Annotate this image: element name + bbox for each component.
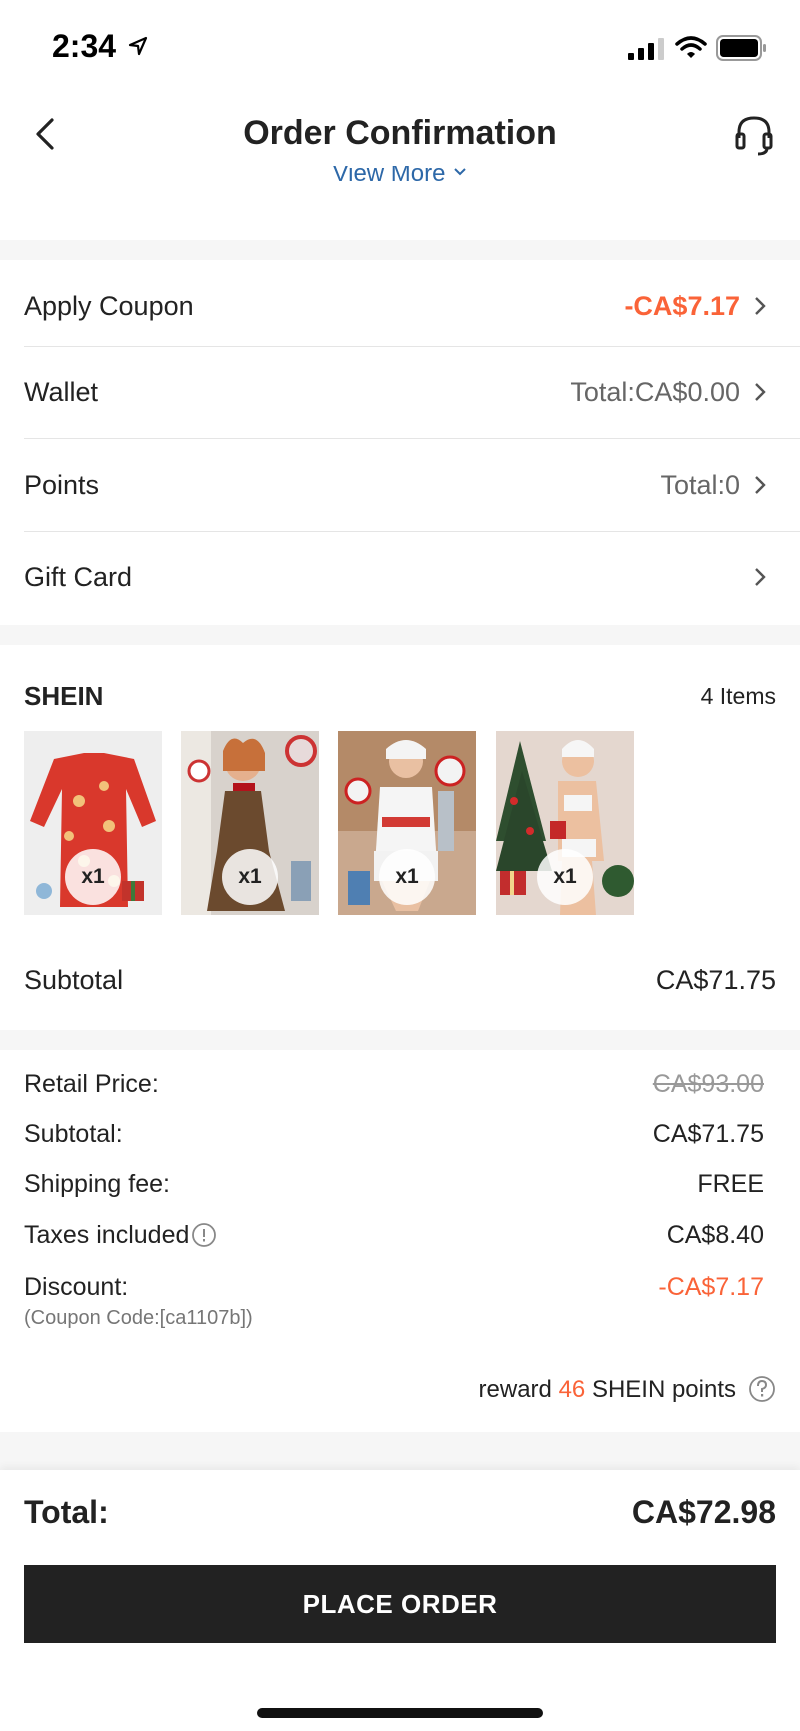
discount-label: Discount: xyxy=(24,1273,129,1301)
status-time: 2:34 xyxy=(52,28,117,64)
apply-coupon-row[interactable]: Apply Coupon -CA$7.17 xyxy=(0,262,800,350)
quantity-badge: x1 xyxy=(379,849,435,905)
reward-points-count: 46 xyxy=(558,1376,586,1403)
wallet-total-value: Total:CA$0.00 xyxy=(570,377,740,407)
store-subtotal-label: Subtotal xyxy=(24,965,124,995)
subtotal-value: CA$71.75 xyxy=(652,1120,764,1148)
chevron-right-icon xyxy=(755,297,766,315)
row-label: Gift Card xyxy=(24,562,133,592)
location-arrow-icon xyxy=(128,36,148,56)
chevron-right-icon xyxy=(755,476,766,494)
product-thumbnail[interactable]: x1 xyxy=(24,731,162,915)
home-indicator xyxy=(257,1708,543,1718)
view-more-link[interactable]: View More xyxy=(0,166,800,190)
reward-points-text: reward 46 SHEIN points xyxy=(479,1376,736,1404)
reward-suffix: SHEIN points xyxy=(591,1376,736,1403)
store-subtotal-value: CA$71.75 xyxy=(655,965,776,995)
chevron-down-icon xyxy=(454,168,467,176)
row-label: Wallet xyxy=(24,377,99,407)
reward-prefix: reward xyxy=(478,1376,552,1403)
help-icon[interactable] xyxy=(748,1375,776,1403)
wifi-icon xyxy=(675,36,707,58)
discount-value: -CA$7.17 xyxy=(658,1273,764,1301)
customer-support-icon[interactable] xyxy=(734,114,774,158)
total-value: CA$72.98 xyxy=(631,1494,776,1530)
taxes-value: CA$8.40 xyxy=(666,1221,764,1249)
retail-price-label: Retail Price: xyxy=(24,1070,159,1098)
gift-card-row[interactable]: Gift Card xyxy=(0,533,800,621)
battery-icon xyxy=(716,35,766,61)
status-bar: 2:34 xyxy=(0,0,800,96)
view-more-label: View More xyxy=(332,166,446,187)
quantity-badge: x1 xyxy=(537,849,593,905)
price-summary-panel: Retail Price: CA$93.00 Subtotal: CA$71.7… xyxy=(0,1050,800,1432)
page-title: Order Confirmation xyxy=(243,114,557,152)
shipping-fee-label: Shipping fee: xyxy=(24,1170,170,1198)
coupon-code: (Coupon Code:[ca1107b]) xyxy=(24,1307,253,1329)
retail-price-value: CA$93.00 xyxy=(652,1070,764,1098)
divider xyxy=(24,531,800,532)
product-thumbnail[interactable]: x1 xyxy=(338,731,476,915)
store-name: SHEIN xyxy=(24,681,104,711)
chevron-right-icon xyxy=(755,383,766,401)
quantity-badge: x1 xyxy=(65,849,121,905)
chevron-right-icon xyxy=(755,568,766,586)
items-count: 4 Items xyxy=(700,683,776,709)
wallet-row[interactable]: Wallet Total:CA$0.00 xyxy=(0,348,800,436)
row-label: Apply Coupon xyxy=(24,291,194,321)
place-order-button[interactable]: PLACE ORDER xyxy=(24,1565,776,1643)
payment-options-panel: Apply Coupon -CA$7.17 Wallet Total:CA$0.… xyxy=(0,260,800,625)
info-icon[interactable] xyxy=(191,1222,217,1248)
taxes-label-group: Taxes included xyxy=(24,1221,217,1250)
coupon-discount-value: -CA$7.17 xyxy=(624,291,740,321)
divider xyxy=(24,438,800,439)
checkout-footer: Total: CA$72.98 PLACE ORDER xyxy=(0,1470,800,1731)
total-label: Total: xyxy=(24,1494,109,1530)
cellular-signal-icon xyxy=(628,38,664,60)
product-thumbnail[interactable]: x1 xyxy=(181,731,319,915)
divider xyxy=(24,346,800,347)
shipping-fee-value: FREE xyxy=(697,1170,764,1198)
points-row[interactable]: Points Total:0 xyxy=(0,441,800,529)
subtotal-label: Subtotal: xyxy=(24,1120,123,1148)
nav-header: Order Confirmation View More xyxy=(0,96,800,240)
quantity-badge: x1 xyxy=(222,849,278,905)
store-items-panel: SHEIN 4 Items x1 x1 x1 x1 Subtotal CA$71… xyxy=(0,645,800,1030)
product-thumbnail[interactable]: x1 xyxy=(496,731,634,915)
points-total-value: Total:0 xyxy=(660,470,740,500)
taxes-label: Taxes included xyxy=(24,1221,190,1249)
row-label: Points xyxy=(24,470,100,500)
